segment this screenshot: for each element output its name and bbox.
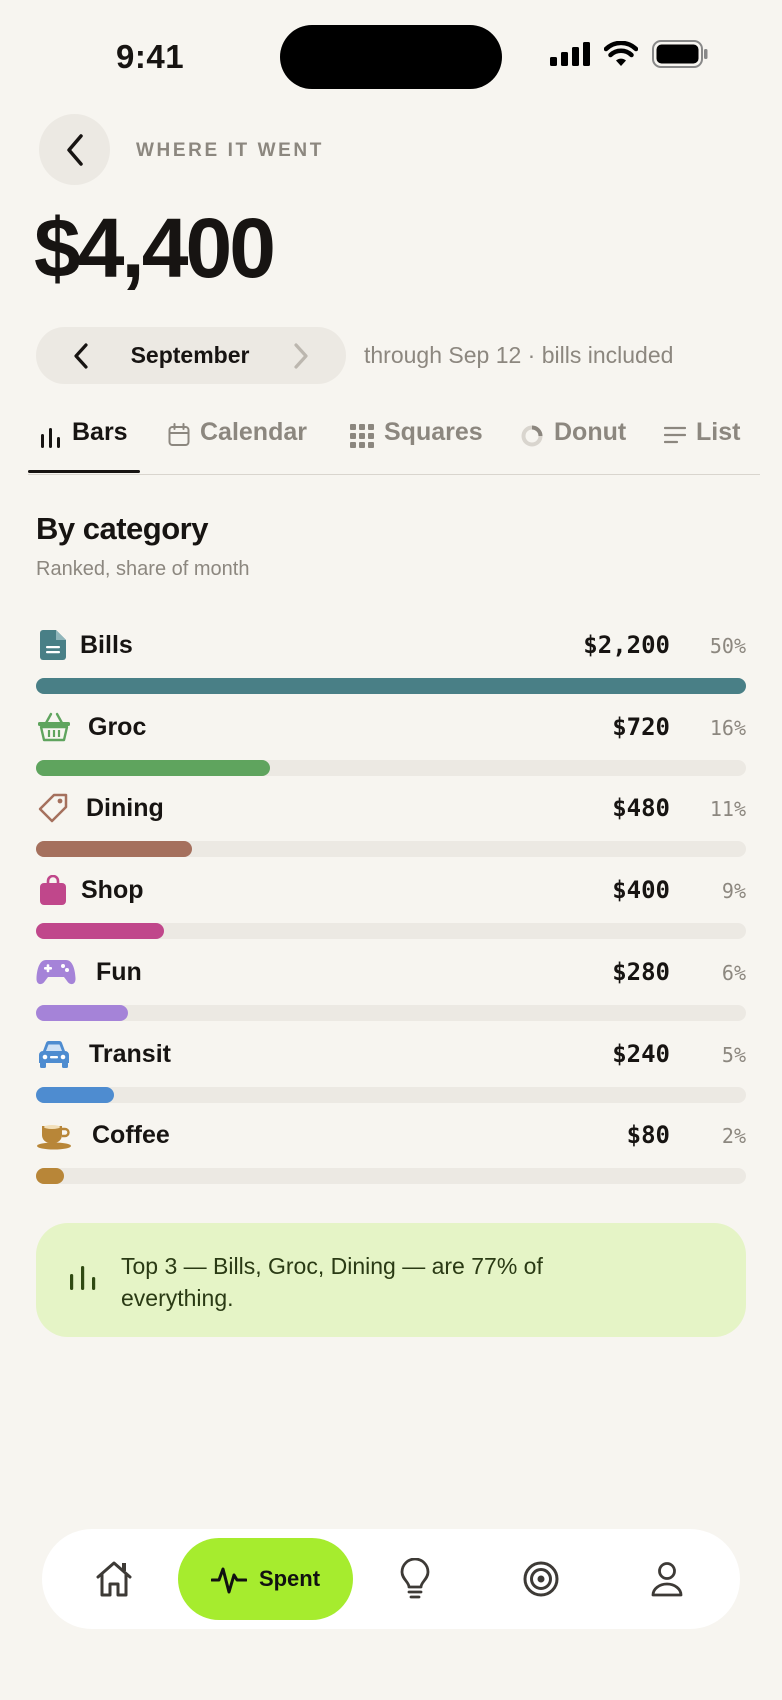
nav-home[interactable] (80, 1545, 148, 1613)
category-bar-fill (36, 1168, 65, 1184)
nav-spent[interactable]: Spent (178, 1538, 353, 1620)
category-row-groc[interactable]: Groc $720 16% (36, 710, 746, 790)
category-bar-track (36, 760, 746, 776)
grid-icon (350, 424, 374, 448)
shopping-bag-icon (36, 873, 70, 907)
bar-chart-icon (41, 428, 60, 448)
category-percent: 11% (709, 797, 746, 821)
car-icon (36, 1037, 72, 1071)
tab-label: List (696, 418, 741, 446)
tab-label: Calendar (200, 418, 307, 446)
category-amount: $720 (612, 713, 670, 741)
category-name: Shop (81, 876, 144, 904)
category-percent: 2% (721, 1124, 746, 1148)
dynamic-island (280, 25, 502, 89)
category-row-transit[interactable]: Transit $240 5% (36, 1037, 746, 1117)
category-amount: $280 (612, 958, 670, 986)
category-row-coffee[interactable]: Coffee $80 2% (36, 1118, 746, 1198)
status-time: 9:41 (116, 38, 185, 75)
gamepad-icon (36, 955, 76, 989)
next-month-button[interactable] (286, 338, 316, 374)
insight-text: Top 3 — Bills, Groc, Dining — are 77% of… (121, 1253, 543, 1311)
tab-calendar[interactable]: Calendar (168, 418, 307, 474)
category-amount: $400 (612, 876, 670, 904)
home-icon (96, 1561, 132, 1597)
pulse-icon (210, 1567, 247, 1594)
target-icon (523, 1561, 559, 1597)
category-bar-fill (36, 923, 164, 939)
donut-icon (521, 425, 543, 447)
category-bar-track (36, 1087, 746, 1103)
document-icon (36, 628, 70, 662)
nav-insights[interactable] (381, 1545, 449, 1613)
category-name: Coffee (92, 1121, 170, 1149)
calendar-icon (168, 423, 190, 446)
back-button[interactable] (39, 114, 110, 185)
chevron-left-icon (74, 343, 88, 369)
category-bar-track (36, 841, 746, 857)
chevron-right-icon (294, 343, 308, 369)
tab-label: Bars (72, 418, 128, 446)
category-amount: $80 (626, 1121, 670, 1149)
category-percent: 50% (709, 634, 746, 658)
category-bar-fill (36, 760, 271, 776)
category-name: Bills (80, 631, 133, 659)
nav-spent-label: Spent (258, 1566, 321, 1591)
page-eyebrow: WHERE IT WENT (136, 140, 324, 161)
category-percent: 6% (721, 961, 746, 985)
category-bar-fill (36, 678, 746, 694)
category-percent: 9% (721, 879, 746, 903)
category-row-bills[interactable]: Bills $2,200 50% (36, 628, 746, 708)
list-icon (664, 426, 686, 444)
category-bar-track (36, 923, 746, 939)
lightbulb-icon (400, 1558, 430, 1599)
battery-icon (652, 40, 708, 68)
category-name: Groc (88, 713, 147, 741)
tab-label: Donut (554, 418, 627, 446)
tag-icon (36, 791, 70, 825)
active-tab-indicator (28, 470, 140, 473)
category-percent: 5% (721, 1043, 746, 1067)
category-bar-track (36, 1005, 746, 1021)
category-amount: $240 (612, 1040, 670, 1068)
category-percent: 16% (709, 716, 746, 740)
person-icon (651, 1562, 683, 1597)
category-name: Transit (89, 1040, 171, 1068)
view-tabs: Bars Calendar Squares Donut List (28, 418, 760, 475)
category-bar-track (36, 1168, 746, 1184)
category-name: Fun (96, 958, 142, 986)
category-amount: $2,200 (583, 631, 670, 659)
tab-squares[interactable]: Squares (350, 418, 483, 474)
category-row-dining[interactable]: Dining $480 11% (36, 791, 746, 871)
category-bar-track (36, 678, 746, 694)
coffee-cup-icon (36, 1118, 74, 1152)
wifi-icon (604, 41, 638, 66)
bar-chart-icon (68, 1262, 98, 1297)
category-name: Dining (86, 794, 164, 822)
signal-icon (550, 42, 590, 66)
nav-goals[interactable] (507, 1545, 575, 1613)
tab-label: Squares (384, 418, 483, 446)
category-bar-fill (36, 1005, 129, 1021)
tab-list[interactable]: List (664, 418, 740, 474)
nav-profile[interactable] (633, 1545, 701, 1613)
chevron-left-icon (66, 133, 83, 166)
category-row-fun[interactable]: Fun $280 6% (36, 955, 746, 1035)
tab-bars[interactable]: Bars (40, 418, 128, 474)
basket-icon (36, 710, 72, 744)
category-amount: $480 (612, 794, 670, 822)
section-title: By category (36, 511, 208, 546)
category-bar-fill (36, 1087, 115, 1103)
section-subtitle: Ranked, share of month (36, 558, 250, 580)
total-amount: $4,400 (34, 201, 276, 295)
month-label: September (130, 342, 250, 368)
category-row-shop[interactable]: Shop $400 9% (36, 873, 746, 953)
category-bar-fill (36, 841, 193, 857)
tab-donut[interactable]: Donut (520, 418, 626, 474)
status-icons (550, 40, 708, 68)
period-note: through Sep 12 · bills included (364, 342, 674, 368)
